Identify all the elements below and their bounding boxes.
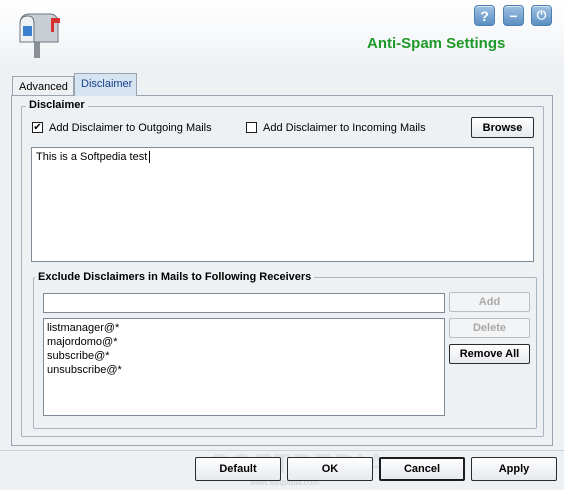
minimize-button[interactable]: − (503, 5, 524, 26)
exclude-legend: Exclude Disclaimers in Mails to Followin… (35, 271, 315, 283)
power-icon: ⏻ (536, 8, 547, 22)
delete-button[interactable]: Delete (449, 318, 530, 338)
add-button[interactable]: Add (449, 292, 530, 312)
outgoing-checkbox[interactable]: ✔ (32, 122, 43, 133)
list-item[interactable]: subscribe@* (47, 349, 441, 363)
tab-advanced[interactable]: Advanced (12, 76, 74, 95)
receiver-list[interactable]: listmanager@* majordomo@* subscribe@* un… (43, 318, 445, 416)
ok-button[interactable]: OK (287, 457, 373, 481)
disclaimer-legend: Disclaimer (26, 99, 88, 111)
cancel-button[interactable]: Cancel (379, 457, 465, 481)
default-button[interactable]: Default (195, 457, 281, 481)
remove-all-button[interactable]: Remove All (449, 344, 530, 364)
disclaimer-textarea[interactable]: This is a Softpedia test (31, 147, 534, 262)
page-title: Anti-Spam Settings (367, 35, 506, 52)
incoming-checkbox[interactable] (246, 122, 257, 133)
incoming-checkbox-label[interactable]: Add Disclaimer to Incoming Mails (263, 122, 426, 134)
power-button[interactable]: ⏻ (531, 5, 552, 26)
text-cursor (149, 151, 151, 164)
question-icon: ? (480, 7, 489, 24)
help-button[interactable]: ? (474, 5, 495, 26)
receiver-input[interactable] (43, 293, 445, 313)
apply-button[interactable]: Apply (471, 457, 557, 481)
mailbox-icon (12, 8, 62, 60)
outgoing-checkbox-label[interactable]: Add Disclaimer to Outgoing Mails (49, 122, 212, 134)
list-item[interactable]: unsubscribe@* (47, 363, 441, 377)
list-item[interactable]: listmanager@* (47, 321, 441, 335)
minimize-icon: − (509, 7, 518, 24)
browse-button[interactable]: Browse (471, 117, 534, 138)
tab-disclaimer[interactable]: Disclaimer (74, 73, 137, 96)
list-item[interactable]: majordomo@* (47, 335, 441, 349)
disclaimer-text-value: This is a Softpedia test (36, 151, 148, 163)
